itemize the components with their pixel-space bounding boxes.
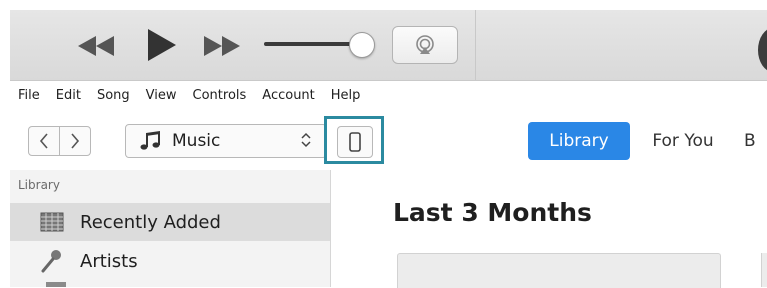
menu-edit[interactable]: Edit	[48, 88, 89, 103]
player-divider	[475, 10, 476, 80]
sidebar-heading: Library	[18, 178, 60, 192]
back-button[interactable]	[28, 126, 60, 156]
sidebar-item-artists[interactable]: Artists	[10, 242, 330, 280]
phone-icon	[349, 132, 361, 152]
main-content: Last 3 Months	[331, 170, 767, 288]
forward-button[interactable]	[59, 126, 91, 156]
sidebar: Library Recently Added Artists	[10, 170, 331, 287]
menu-bar: File Edit Song View Controls Account Hel…	[10, 80, 767, 110]
media-type-label: Music	[172, 131, 221, 151]
menu-file[interactable]: File	[10, 88, 48, 103]
grid-icon	[38, 211, 66, 233]
volume-knob[interactable]	[349, 32, 375, 58]
toolbar: Music Library For You B	[10, 110, 767, 170]
tab-browse[interactable]: B	[738, 122, 767, 160]
menu-view[interactable]: View	[138, 88, 185, 103]
tab-for-you[interactable]: For You	[632, 122, 734, 160]
media-type-selector[interactable]: Music	[125, 124, 327, 158]
chevron-updown-icon	[301, 132, 311, 148]
music-note-icon	[140, 131, 160, 150]
play-icon	[148, 29, 176, 61]
sidebar-item-recently-added[interactable]: Recently Added	[10, 203, 330, 241]
page-title: Last 3 Months	[393, 198, 592, 227]
play-button[interactable]	[140, 27, 182, 63]
menu-account[interactable]: Account	[254, 88, 323, 103]
airplay-icon	[416, 35, 434, 54]
airplay-button[interactable]	[392, 26, 458, 64]
chevron-right-icon	[71, 133, 80, 149]
menu-song[interactable]: Song	[89, 88, 138, 103]
rewind-icon	[78, 36, 114, 56]
fast-forward-icon	[204, 36, 240, 56]
menu-controls[interactable]: Controls	[185, 88, 255, 103]
player-bar	[10, 10, 767, 81]
device-button[interactable]	[337, 126, 373, 158]
menu-help[interactable]: Help	[323, 88, 369, 103]
chevron-left-icon	[39, 133, 48, 149]
microphone-icon	[38, 250, 66, 273]
tab-library[interactable]: Library	[528, 122, 630, 160]
fast-forward-button[interactable]	[200, 34, 242, 58]
sidebar-item-label: Artists	[80, 250, 138, 272]
album-card[interactable]	[397, 253, 721, 288]
apple-logo-icon	[758, 28, 767, 72]
rewind-button[interactable]	[76, 34, 118, 58]
album-card[interactable]	[761, 253, 767, 287]
sidebar-next-item-icon	[46, 282, 66, 287]
device-button-highlight	[324, 116, 384, 164]
sidebar-item-label: Recently Added	[80, 211, 221, 233]
